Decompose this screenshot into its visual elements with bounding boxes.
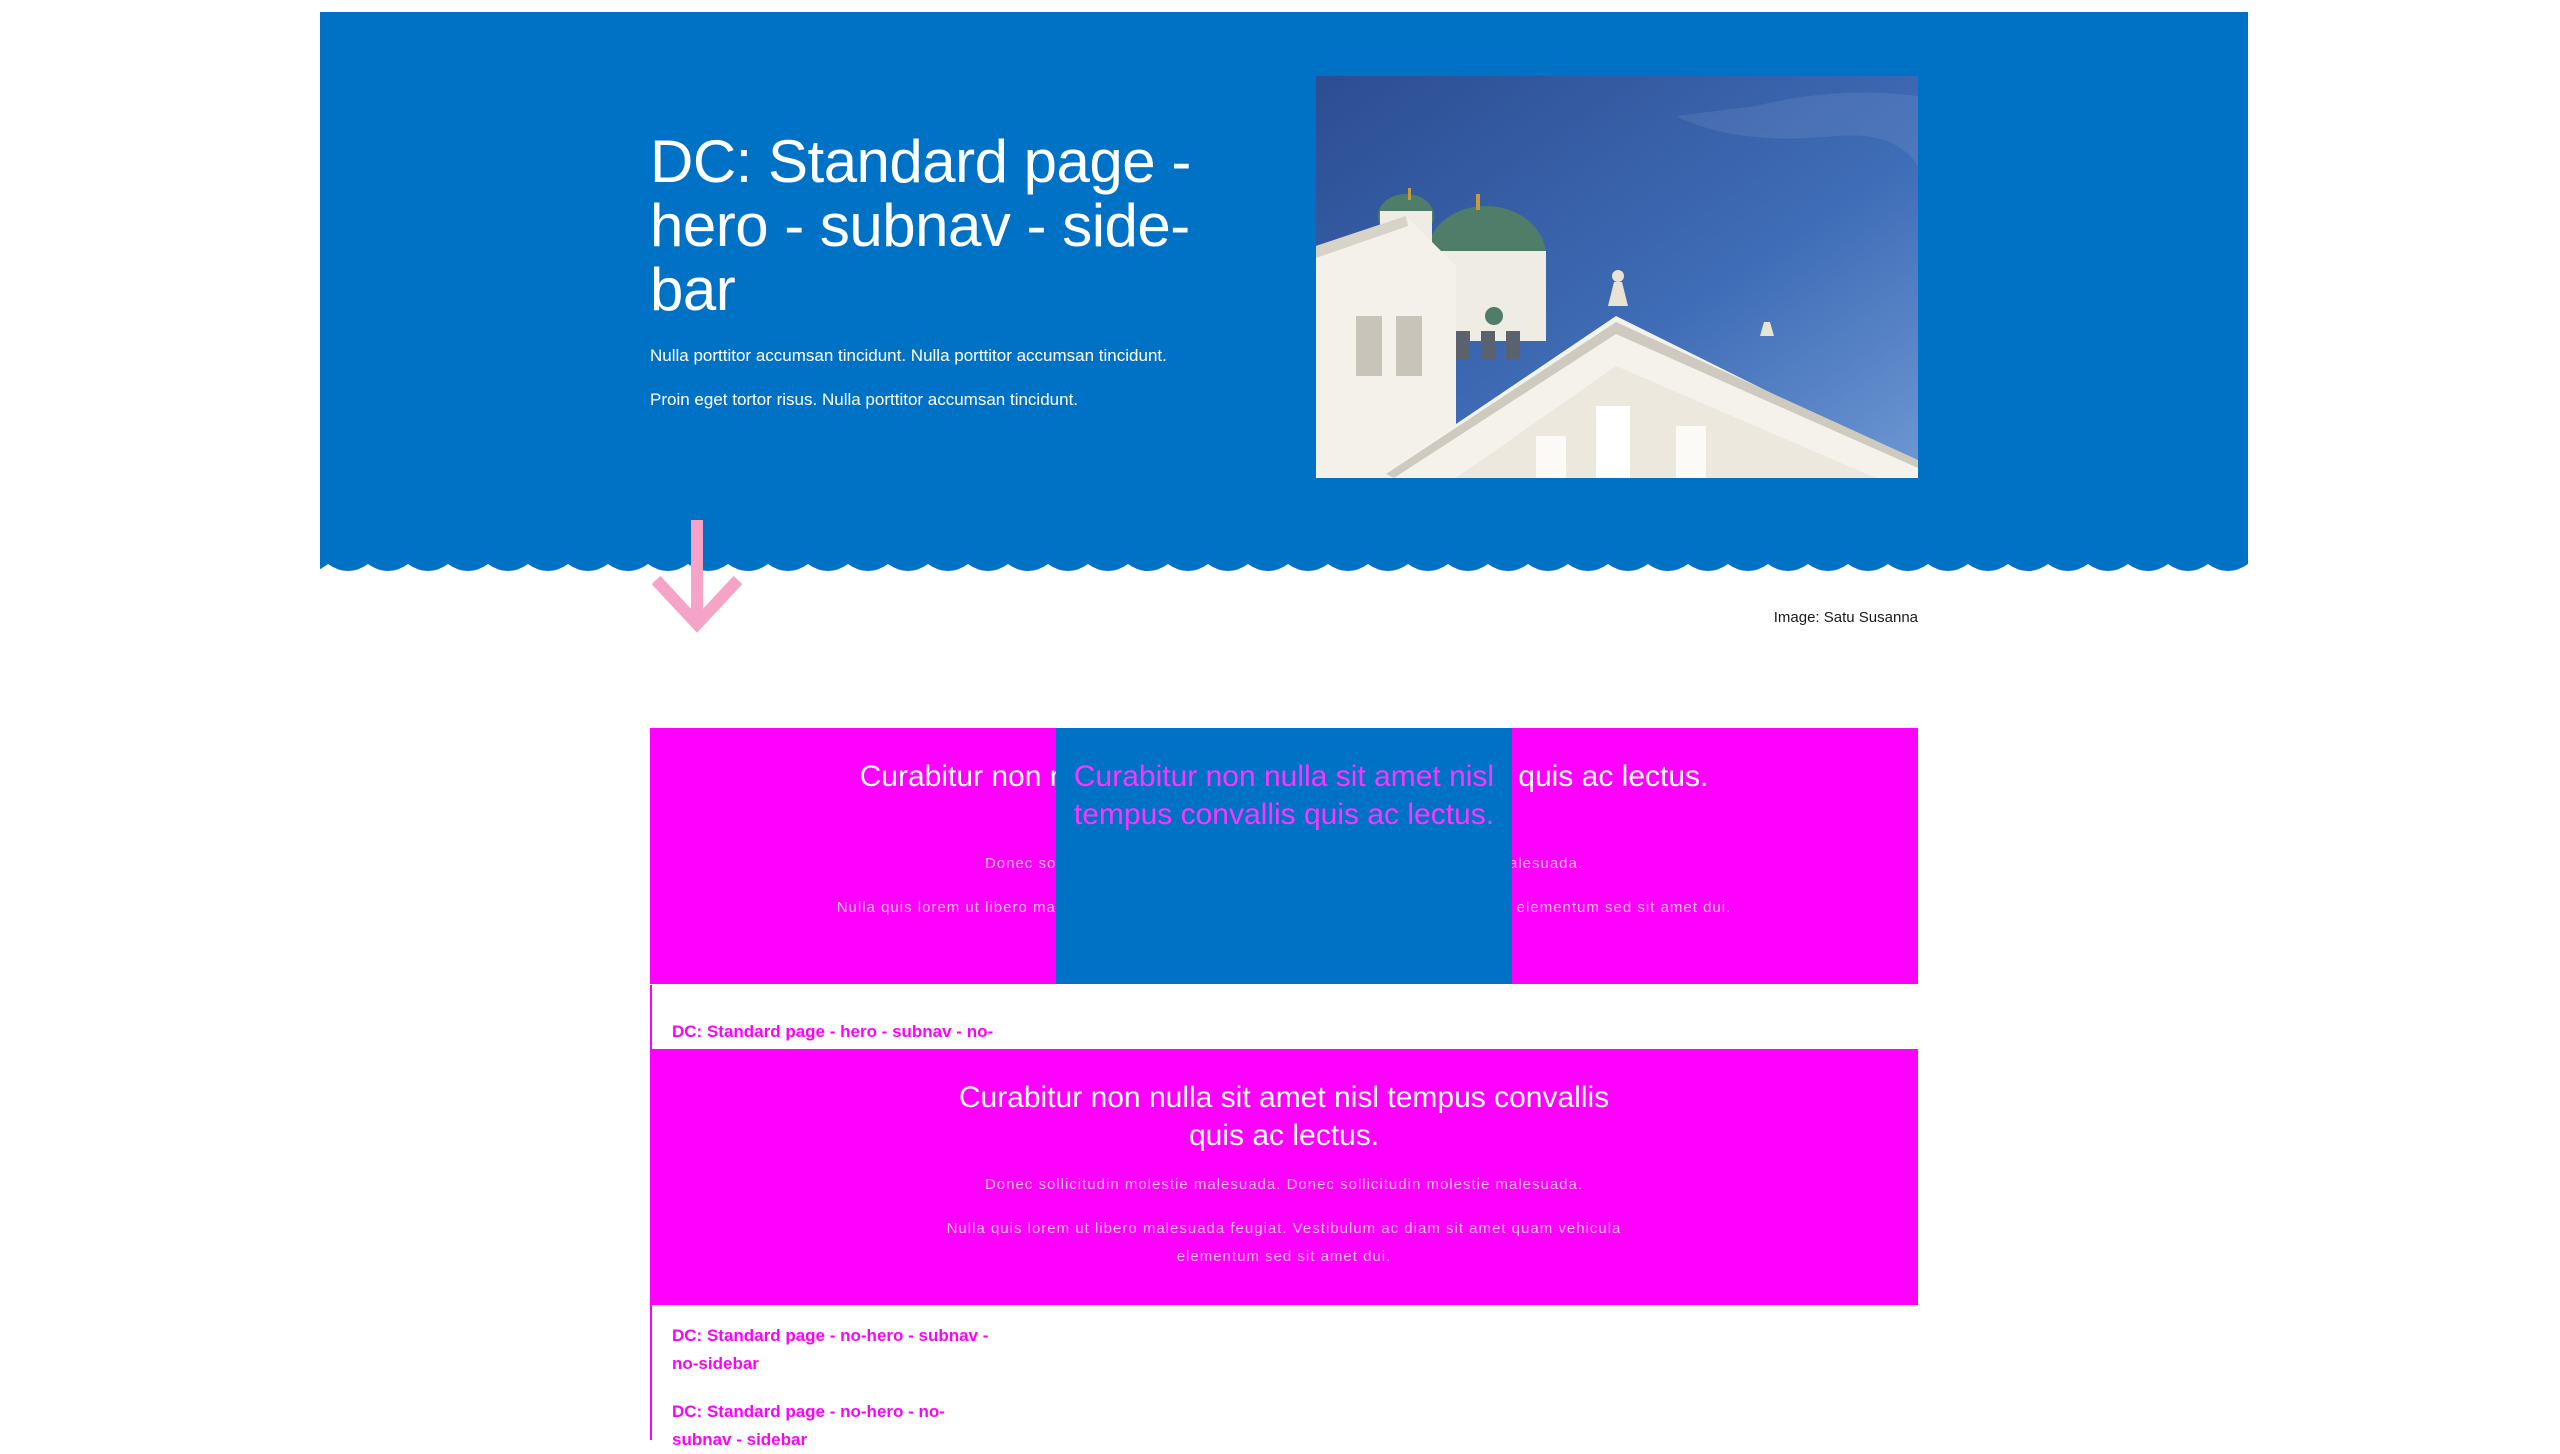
content-block-2-title: Curabitur non nulla sit amet nisl tempus… [958,1081,1610,1152]
scroll-down-arrow-icon[interactable] [650,520,744,634]
sidebar-link-partial[interactable]: sidebar [652,975,1052,993]
sidebar-link-1[interactable]: DC: Standard page - hero - subnav - no- [672,1018,1012,1046]
content-block-2-paragraph-1: Donec sollicitudin molestie malesuada. D… [984,1176,1584,1193]
hero-wave-edge [320,560,2248,571]
image-credit: Image: Satu Susanna [1773,609,1918,626]
hero-banner [320,12,2248,562]
page-title: DC: Standard page - hero - subnav - side… [650,128,1191,323]
hero-secondary-paragraph: Proin eget tortor risus. Nulla porttitor… [650,390,1079,409]
hero-image [1316,76,1918,478]
content-block-2: Curabitur non nulla sit amet nisl tempus… [650,1049,1918,1305]
sidebar-link-3[interactable]: DC: Standard page - no-hero - no-subnav … [672,1398,962,1454]
content-block-2-paragraph-2: Nulla quis lorem ut libero malesuada feu… [946,1220,1622,1265]
page: DC: Standard page - hero - subnav - side… [0,0,2560,1449]
hero-lead-paragraph: Nulla porttitor accumsan tincidunt. Null… [650,346,1167,365]
sidebar-link-2[interactable]: DC: Standard page - no-hero - subnav - n… [672,1322,1002,1378]
overlap-panel-title: Curabitur non nulla sit amet nisl tempus… [1073,760,1495,831]
